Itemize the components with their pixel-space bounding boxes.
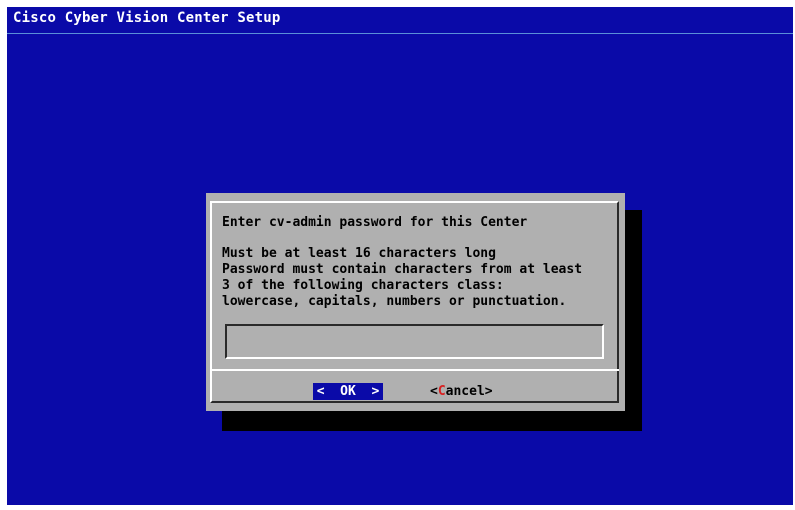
cancel-left-bracket: <	[430, 384, 438, 399]
dialog-heading: Enter cv-admin password for this Center	[222, 215, 528, 230]
ok-right-bracket: >	[371, 384, 380, 399]
cancel-label: ancel	[445, 384, 485, 399]
message-line: 3 of the following characters class:	[222, 278, 504, 293]
cancel-button[interactable]: <Cancel>	[430, 383, 493, 400]
message-line: Must be at least 16 characters long	[222, 246, 496, 261]
cancel-right-bracket: >	[484, 384, 493, 399]
button-separator	[210, 369, 619, 371]
message-line: Password must contain characters from at…	[222, 262, 583, 277]
message-line: lowercase, capitals, numbers or punctuat…	[222, 294, 567, 309]
backtitle-divider	[7, 33, 793, 34]
terminal-screen: Cisco Cyber Vision Center Setup Enter cv…	[7, 7, 793, 505]
cancel-hotkey: C	[437, 384, 446, 399]
backtitle: Cisco Cyber Vision Center Setup	[13, 10, 281, 26]
ok-label: OK	[340, 384, 356, 399]
dialog-message: Must be at least 16 characters long Pass…	[222, 246, 582, 310]
ok-button[interactable]: < OK >	[313, 383, 383, 400]
password-dialog: Enter cv-admin password for this Center …	[206, 193, 625, 411]
password-input[interactable]	[225, 324, 604, 359]
ok-left-bracket: <	[316, 384, 325, 399]
